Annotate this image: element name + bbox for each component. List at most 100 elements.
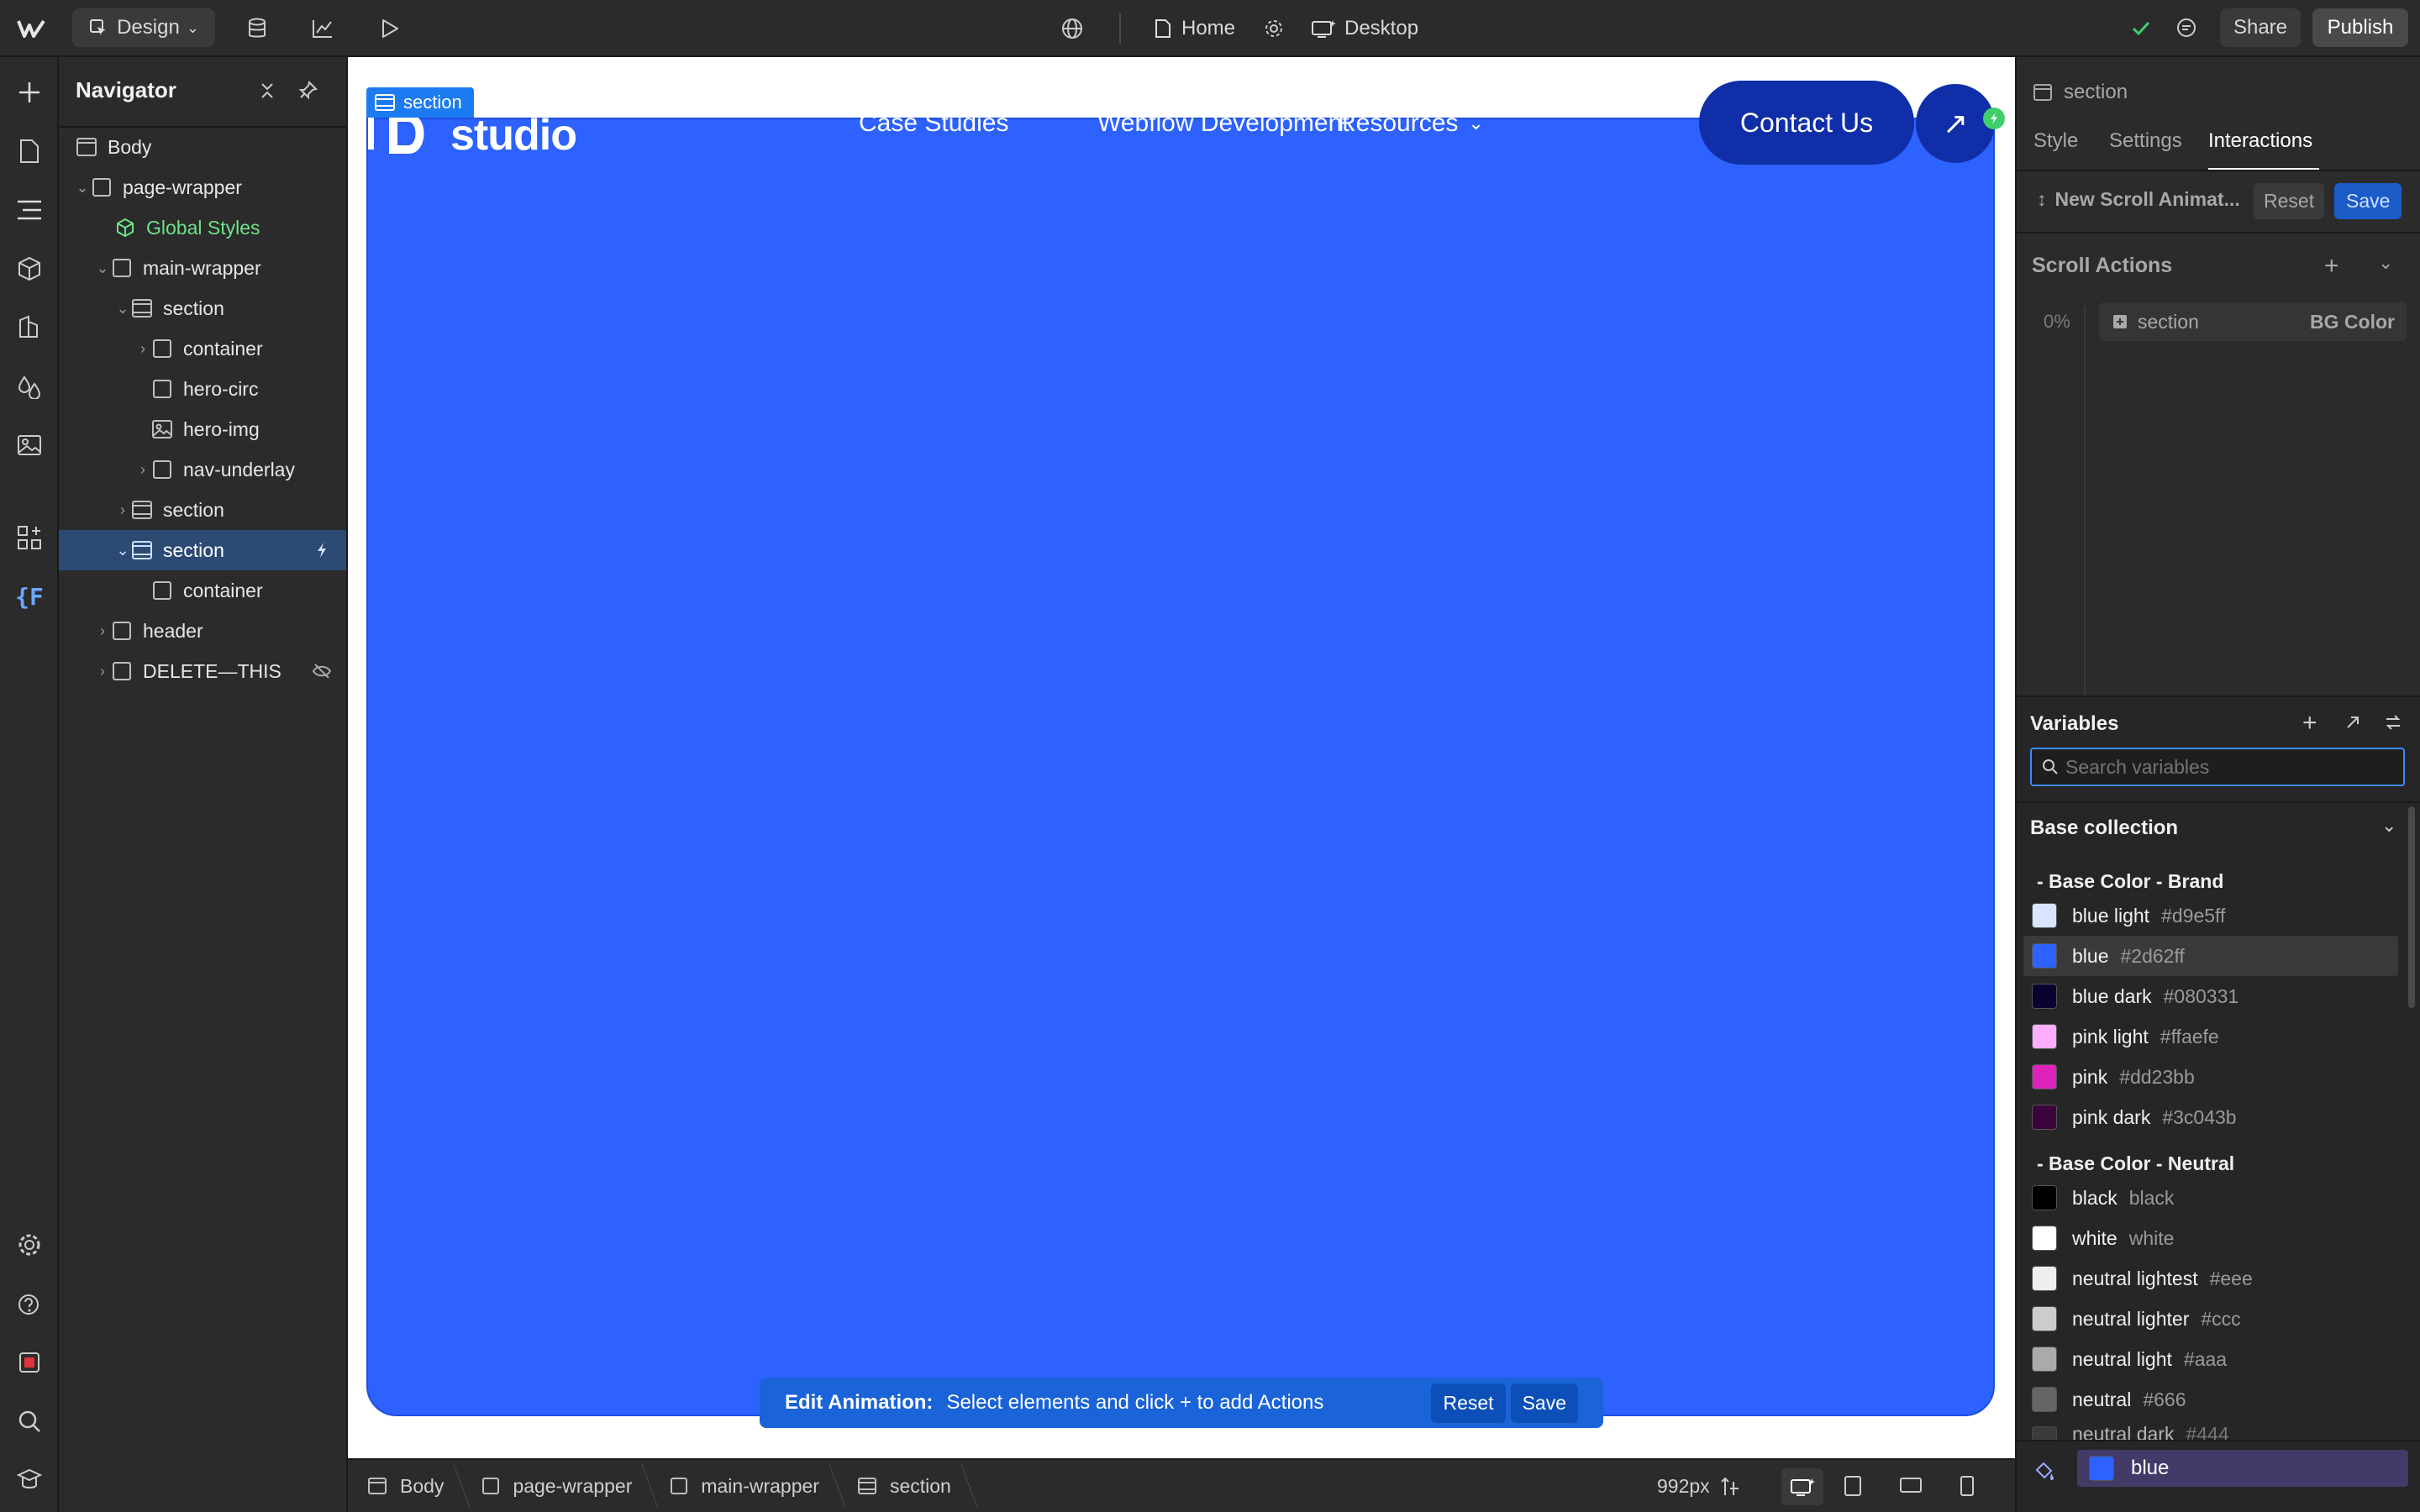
chevron-down-icon[interactable]: ⌄ — [74, 179, 91, 196]
chevron-down-icon[interactable]: ⌄ — [114, 542, 131, 559]
variable-neutral-lighter[interactable]: neutral lighter #ccc — [2023, 1299, 2398, 1339]
chevron-right-icon[interactable]: › — [94, 622, 111, 639]
open-external-icon[interactable] — [2344, 714, 2361, 731]
learn-icon[interactable] — [14, 1465, 45, 1495]
nav-link-resources[interactable]: Resources ⌄ — [1338, 109, 1484, 138]
record-icon[interactable] — [14, 1347, 45, 1378]
variable-neutral-dark[interactable]: neutral dark #444 — [2023, 1420, 2398, 1440]
scroll-action-row[interactable]: section BG Color — [2099, 302, 2407, 341]
page-selector[interactable]: Home — [1155, 12, 1235, 45]
tree-item-global-styles[interactable]: Global Styles — [59, 207, 346, 248]
share-button[interactable]: Share — [2220, 8, 2301, 47]
tree-item-delete-this[interactable]: › DELETE—THIS — [59, 651, 346, 691]
variable-blue-dark[interactable]: blue dark #080331 — [2023, 976, 2398, 1016]
comment-icon[interactable] — [2171, 13, 2202, 44]
analytics-icon[interactable] — [308, 13, 338, 44]
publish-button[interactable]: Publish — [2312, 8, 2408, 47]
tree-item-container[interactable]: › container — [59, 328, 346, 369]
variable-blue-light[interactable]: blue light #d9e5ff — [2023, 895, 2398, 936]
contact-us-button[interactable]: Contact Us — [1699, 81, 1914, 165]
add-variable-icon[interactable]: + — [2302, 711, 2317, 736]
chevron-right-icon[interactable]: › — [134, 461, 151, 478]
design-mode-button[interactable]: Design ⌄ — [72, 8, 215, 47]
edit-animation-save-button[interactable]: Save — [1510, 1383, 1578, 1423]
site-logo[interactable]: studio — [368, 111, 577, 160]
pin-icon[interactable] — [297, 81, 321, 104]
database-icon[interactable] — [242, 13, 272, 44]
variable-white[interactable]: white white — [2023, 1218, 2398, 1258]
swap-mode-icon[interactable] — [2383, 712, 2403, 732]
breadcrumb-section[interactable]: section — [838, 1459, 970, 1512]
finsweet-attributes-icon[interactable]: {F — [14, 581, 45, 612]
apps-icon[interactable] — [14, 522, 45, 553]
arrow-up-right-button[interactable]: ↗ — [1916, 84, 1995, 163]
variable-pink-light[interactable]: pink light #ffaefe — [2023, 1016, 2398, 1057]
breakpoint-selector[interactable]: Desktop — [1311, 12, 1418, 45]
navigator-icon[interactable] — [14, 195, 45, 225]
webflow-logo-icon[interactable] — [17, 15, 45, 42]
breadcrumb-page-wrapper[interactable]: page-wrapper — [462, 1459, 650, 1512]
play-icon[interactable] — [375, 13, 405, 44]
tree-item-page-wrapper[interactable]: ⌄ page-wrapper — [59, 167, 346, 207]
animation-save-button[interactable]: Save — [2334, 183, 2402, 219]
animation-reset-button[interactable]: Reset — [2254, 183, 2325, 219]
chevron-right-icon[interactable]: › — [134, 340, 151, 357]
tree-item-body[interactable]: Body — [59, 127, 346, 167]
tree-item-nav-underlay[interactable]: › nav-underlay — [59, 449, 346, 490]
mobile-portrait-breakpoint-icon[interactable] — [1960, 1475, 1975, 1497]
tree-item-main-wrapper[interactable]: ⌄ main-wrapper — [59, 248, 346, 288]
variables-drops-icon[interactable] — [14, 371, 45, 402]
variable-neutral-light[interactable]: neutral light #aaa — [2023, 1339, 2398, 1379]
breadcrumb-main-wrapper[interactable]: main-wrapper — [650, 1459, 838, 1512]
interaction-lightning-icon[interactable] — [1983, 108, 2005, 129]
tree-item-container[interactable]: container — [59, 570, 346, 611]
help-icon[interactable] — [14, 1289, 45, 1319]
add-action-icon[interactable]: + — [2324, 252, 2339, 281]
hero-section[interactable]: studio Case Studies Webflow Development … — [366, 109, 1995, 1416]
chevron-down-icon[interactable]: ⌄ — [114, 300, 131, 317]
breadcrumb-body[interactable]: Body — [348, 1459, 462, 1512]
mobile-landscape-breakpoint-icon[interactable] — [1899, 1477, 1923, 1494]
globe-icon[interactable] — [1057, 13, 1087, 44]
variable-pink-dark[interactable]: pink dark #3c043b — [2023, 1097, 2398, 1137]
tree-item-section[interactable]: ⌄ section — [59, 288, 346, 328]
tree-item-section[interactable]: › section — [59, 490, 346, 530]
tab-settings[interactable]: Settings — [2109, 129, 2182, 153]
chevron-down-icon[interactable]: ⌄ — [2378, 252, 2393, 274]
collection-title[interactable]: Base collection — [2030, 816, 2178, 840]
tree-item-hero-circ[interactable]: hero-circ — [59, 369, 346, 409]
hidden-eye-icon[interactable] — [313, 663, 331, 680]
tree-item-header[interactable]: › header — [59, 611, 346, 651]
variable-pink[interactable]: pink #dd23bb — [2023, 1057, 2398, 1097]
collapse-icon[interactable] — [257, 81, 281, 104]
variable-black[interactable]: black black — [2023, 1178, 2398, 1218]
animation-name[interactable]: ↕ New Scroll Animat... — [2037, 188, 2240, 211]
tree-item-section-selected[interactable]: ⌄ section — [59, 530, 346, 570]
nav-link-webflow-development[interactable]: Webflow Development — [1097, 109, 1349, 138]
design-canvas[interactable]: studio Case Studies Webflow Development … — [348, 57, 2015, 1458]
scrollbar[interactable] — [2408, 806, 2415, 1008]
canvas-width-readout[interactable]: 992px — [1657, 1475, 1740, 1498]
chevron-right-icon[interactable]: › — [94, 663, 111, 680]
search-variables-input[interactable] — [2065, 755, 2385, 779]
add-icon[interactable] — [14, 77, 45, 108]
tab-style[interactable]: Style — [2033, 129, 2078, 153]
page-settings-gear-icon[interactable] — [1259, 13, 1289, 44]
components-icon[interactable] — [14, 254, 45, 284]
nav-link-case-studies[interactable]: Case Studies — [859, 109, 1008, 138]
tablet-breakpoint-icon[interactable] — [1844, 1475, 1862, 1497]
variable-blue[interactable]: blue #2d62ff — [2023, 936, 2398, 976]
variable-neutral-lightest[interactable]: neutral lightest #eee — [2023, 1258, 2398, 1299]
variable-neutral[interactable]: neutral #666 — [2023, 1379, 2398, 1420]
tree-item-hero-img[interactable]: hero-img — [59, 409, 346, 449]
settings-gear-icon[interactable] — [14, 1230, 45, 1260]
chevron-down-icon[interactable]: ⌄ — [2381, 815, 2396, 837]
search-variables-field[interactable] — [2030, 748, 2405, 786]
styles-icon[interactable] — [14, 312, 45, 343]
selected-variable-chip[interactable]: blue — [2077, 1450, 2408, 1487]
pages-icon[interactable] — [14, 136, 45, 166]
tab-interactions[interactable]: Interactions — [2208, 129, 2312, 153]
assets-image-icon[interactable] — [14, 430, 45, 460]
search-icon[interactable] — [14, 1406, 45, 1436]
desktop-breakpoint-icon[interactable] — [1781, 1468, 1823, 1505]
